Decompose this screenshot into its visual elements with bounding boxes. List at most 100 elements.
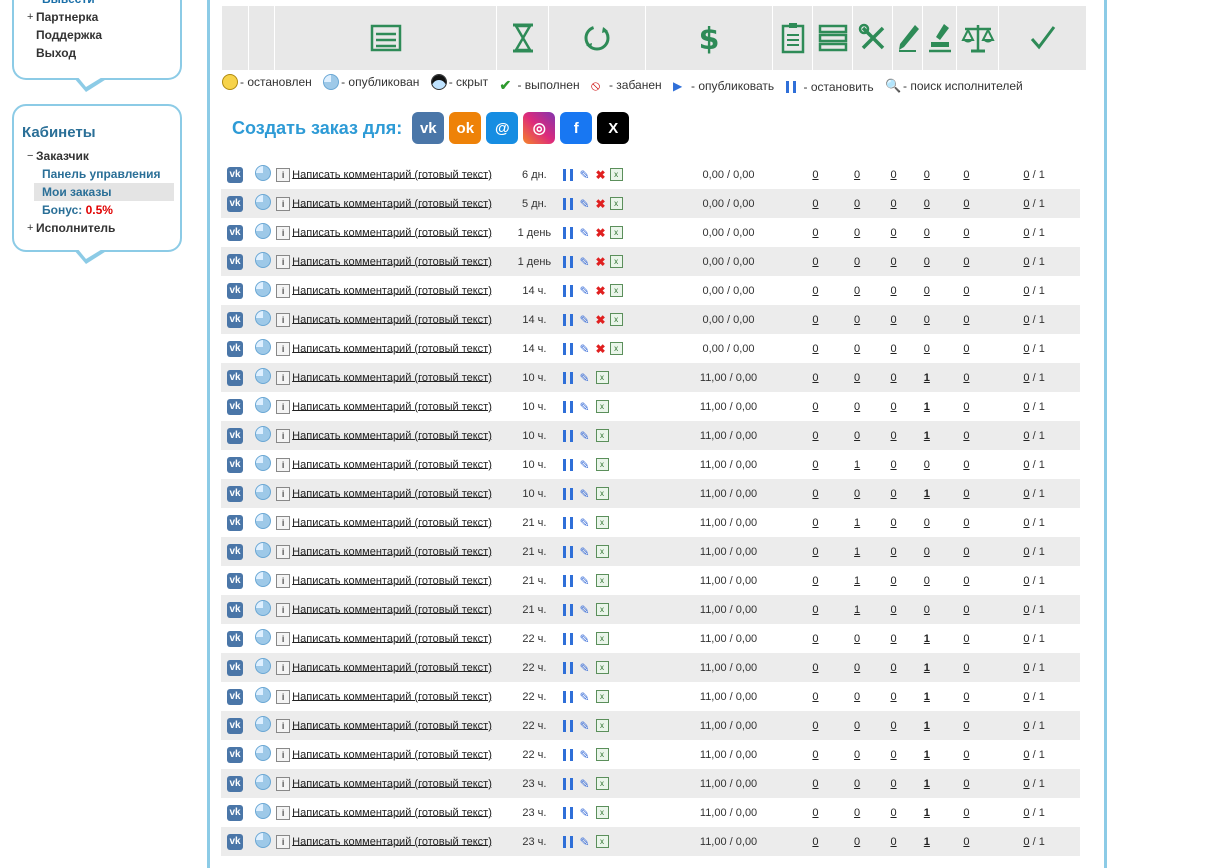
export-excel-icon[interactable]: x: [595, 661, 609, 674]
completed-link[interactable]: 0: [1023, 604, 1029, 616]
count-link[interactable]: 0: [890, 836, 896, 848]
info-icon[interactable]: i: [276, 573, 291, 588]
order-title-link[interactable]: Написать комментарий (готовый текст): [292, 197, 492, 209]
pause-icon[interactable]: [563, 255, 574, 268]
count-link[interactable]: 0: [812, 662, 818, 674]
info-icon[interactable]: i: [276, 718, 291, 733]
hourglass-icon[interactable]: [496, 5, 549, 71]
pause-icon[interactable]: [563, 661, 574, 674]
count-link[interactable]: 0: [890, 662, 896, 674]
order-title-link[interactable]: Написать комментарий (готовый текст): [292, 603, 492, 615]
completed-link[interactable]: 0: [1023, 749, 1029, 761]
completed-link[interactable]: 0: [1023, 691, 1029, 703]
facebook-icon[interactable]: f: [560, 112, 593, 144]
menu-item-my-orders[interactable]: Мои заказы: [34, 183, 174, 201]
order-title-link[interactable]: Написать комментарий (готовый текст): [292, 516, 492, 528]
count-link[interactable]: 0: [890, 343, 896, 355]
order-title-link[interactable]: Написать комментарий (готовый текст): [292, 661, 492, 673]
edit-pencil-icon[interactable]: ✎: [579, 806, 589, 820]
vk-icon[interactable]: vk: [227, 746, 244, 763]
count-link[interactable]: 0: [854, 285, 860, 297]
pause-icon[interactable]: [563, 284, 574, 297]
order-title-link[interactable]: Написать комментарий (готовый текст): [292, 632, 492, 644]
count-link[interactable]: 0: [890, 372, 896, 384]
completed-link[interactable]: 0: [1023, 285, 1029, 297]
count-link[interactable]: 0: [812, 691, 818, 703]
vk-icon[interactable]: vk: [227, 688, 244, 705]
vk-icon[interactable]: vk: [227, 253, 244, 270]
order-title-link[interactable]: Написать комментарий (готовый текст): [292, 748, 492, 760]
export-excel-icon[interactable]: x: [595, 458, 609, 471]
export-excel-icon[interactable]: x: [595, 777, 609, 790]
vk-icon[interactable]: vk: [227, 340, 244, 357]
info-icon[interactable]: i: [276, 428, 291, 443]
count-link[interactable]: 0: [924, 546, 930, 558]
count-link[interactable]: 0: [812, 343, 818, 355]
count-link[interactable]: 0: [963, 604, 969, 616]
collapse-icon[interactable]: −: [27, 147, 33, 165]
pause-icon[interactable]: [563, 313, 574, 326]
pause-icon[interactable]: [563, 429, 574, 442]
edit-pencil-icon[interactable]: ✎: [579, 429, 589, 443]
vk-icon[interactable]: vk: [412, 112, 445, 144]
delete-icon[interactable]: ✖: [596, 342, 606, 356]
delete-icon[interactable]: ✖: [596, 168, 606, 182]
order-title-link[interactable]: Написать комментарий (готовый текст): [292, 806, 492, 818]
delete-icon[interactable]: ✖: [596, 284, 606, 298]
completed-link[interactable]: 0: [1023, 575, 1029, 587]
pause-icon[interactable]: [563, 545, 574, 558]
pause-icon[interactable]: [563, 719, 574, 732]
edit-pencil-icon[interactable]: ✎: [579, 197, 589, 211]
count-link[interactable]: 1: [854, 575, 860, 587]
count-link[interactable]: 0: [854, 836, 860, 848]
order-title-link[interactable]: Написать комментарий (готовый текст): [292, 226, 492, 238]
order-title-link[interactable]: Написать комментарий (готовый текст): [292, 458, 492, 470]
count-link[interactable]: 0: [963, 488, 969, 500]
completed-link[interactable]: 0: [1023, 488, 1029, 500]
pause-icon[interactable]: [563, 197, 574, 210]
count-link[interactable]: 0: [963, 749, 969, 761]
count-link[interactable]: 0: [812, 778, 818, 790]
edit-pencil-icon[interactable]: ✎: [579, 835, 589, 849]
count-link[interactable]: 0: [854, 662, 860, 674]
count-link[interactable]: 0: [963, 807, 969, 819]
edit-pencil-icon[interactable]: ✎: [579, 255, 589, 269]
info-icon[interactable]: i: [276, 660, 291, 675]
pause-icon[interactable]: [563, 487, 574, 500]
count-link[interactable]: 0: [890, 517, 896, 529]
vk-icon[interactable]: vk: [227, 166, 244, 183]
edit-pencil-icon[interactable]: ✎: [579, 400, 589, 414]
order-title-link[interactable]: Написать комментарий (готовый текст): [292, 487, 492, 499]
edit-pencil-icon[interactable]: ✎: [579, 777, 589, 791]
count-link[interactable]: 1: [924, 691, 930, 703]
order-title-link[interactable]: Написать комментарий (готовый текст): [292, 429, 492, 441]
dollar-icon[interactable]: $: [645, 5, 773, 71]
edit-pencil-icon[interactable]: ✎: [579, 458, 589, 472]
count-link[interactable]: 0: [890, 256, 896, 268]
edit-pencil-icon[interactable]: ✎: [579, 342, 589, 356]
export-excel-icon[interactable]: x: [595, 603, 609, 616]
menu-item-support[interactable]: Поддержка: [14, 26, 180, 44]
count-link[interactable]: 1: [924, 749, 930, 761]
export-excel-icon[interactable]: x: [595, 574, 609, 587]
delete-icon[interactable]: ✖: [596, 197, 606, 211]
count-link[interactable]: 0: [854, 807, 860, 819]
count-link[interactable]: 0: [854, 372, 860, 384]
order-title-link[interactable]: Написать комментарий (готовый текст): [292, 719, 492, 731]
count-link[interactable]: 1: [924, 372, 930, 384]
export-excel-icon[interactable]: x: [595, 371, 609, 384]
count-link[interactable]: 0: [963, 285, 969, 297]
vk-icon[interactable]: vk: [227, 543, 244, 560]
export-excel-icon[interactable]: x: [609, 313, 623, 326]
order-title-link[interactable]: Написать комментарий (готовый текст): [292, 545, 492, 557]
count-link[interactable]: 0: [812, 720, 818, 732]
vk-icon[interactable]: vk: [227, 195, 244, 212]
vk-icon[interactable]: vk: [227, 572, 244, 589]
count-link[interactable]: 1: [854, 604, 860, 616]
info-icon[interactable]: i: [276, 457, 291, 472]
count-link[interactable]: 0: [890, 575, 896, 587]
completed-link[interactable]: 0: [1023, 314, 1029, 326]
completed-link[interactable]: 0: [1023, 459, 1029, 471]
completed-link[interactable]: 0: [1023, 546, 1029, 558]
count-link[interactable]: 0: [890, 198, 896, 210]
